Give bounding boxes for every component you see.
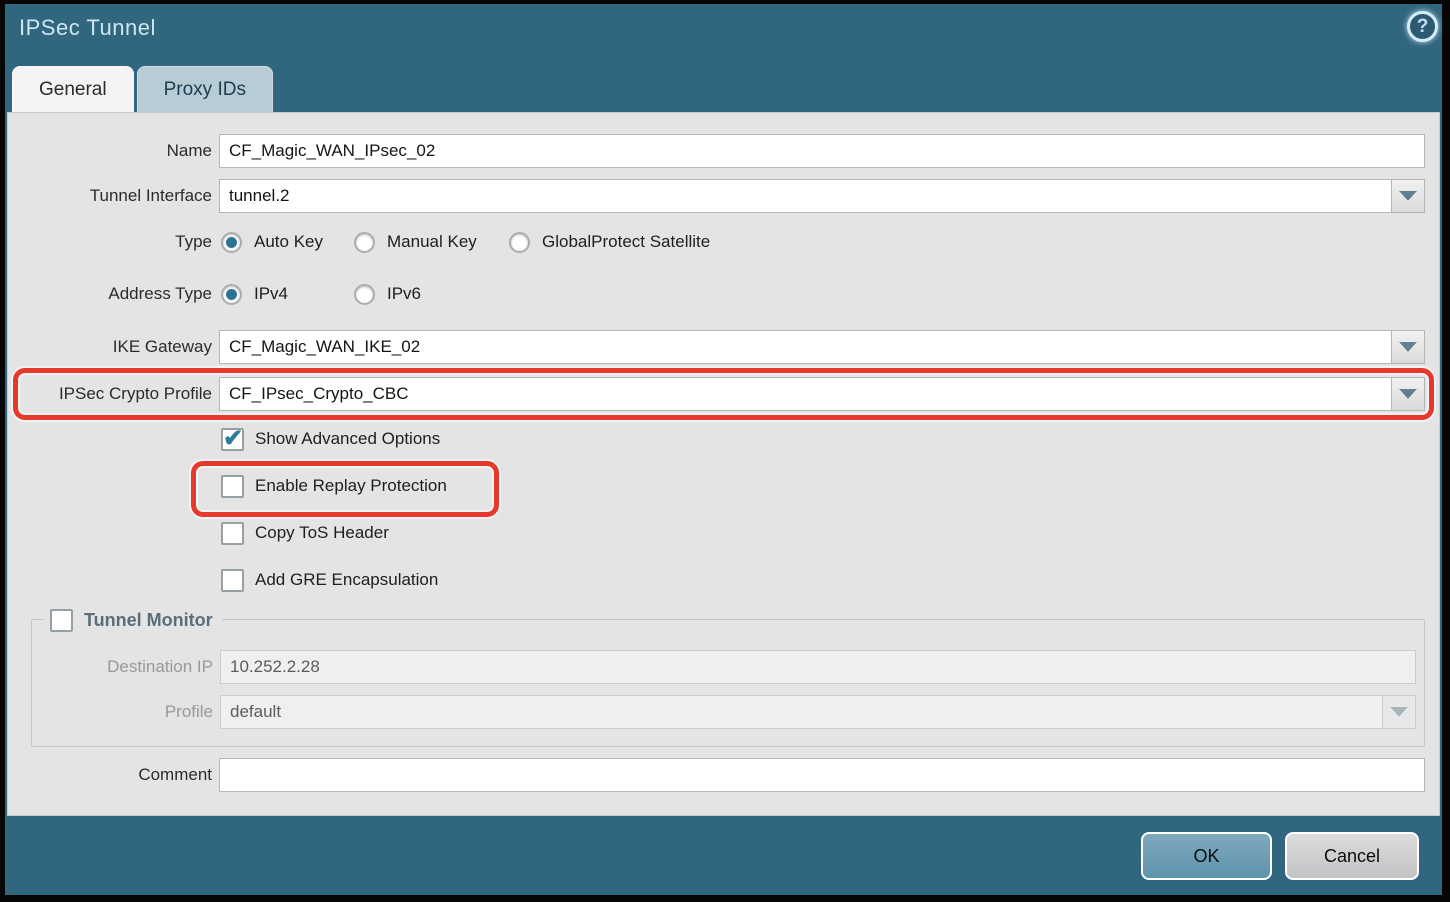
tab-general-label: General [39,79,107,101]
profile-label: Profile [9,695,213,729]
ike-gateway-input[interactable] [219,330,1425,364]
show-advanced-options-label: Show Advanced Options [255,429,440,449]
profile-input [220,695,1416,729]
tunnel-interface-dropdown [219,179,1425,213]
tunnel-interface-input[interactable] [219,179,1425,213]
tunnel-interface-label: Tunnel Interface [8,179,212,213]
general-tab-panel: Name Tunnel Interface Type Auto Key Manu… [7,112,1440,816]
radio-auto-key-label: Auto Key [254,232,354,252]
copy-tos-header-checkbox[interactable] [221,522,244,545]
profile-dropdown-button [1382,695,1416,729]
chevron-down-icon [1390,707,1408,717]
tab-proxy-ids[interactable]: Proxy IDs [137,66,273,112]
radio-ipv4[interactable] [221,284,242,305]
cancel-button-label: Cancel [1324,846,1380,867]
ipsec-crypto-profile-label: IPSec Crypto Profile [8,377,212,411]
ike-gateway-dropdown-button[interactable] [1391,330,1425,364]
enable-replay-protection-label: Enable Replay Protection [255,476,447,496]
destination-ip-label: Destination IP [9,650,213,684]
radio-globalprotect-satellite[interactable] [509,232,530,253]
tunnel-monitor-checkbox[interactable] [50,609,73,632]
chevron-down-icon [1399,389,1417,399]
copy-tos-header-label: Copy ToS Header [255,523,389,543]
tunnel-monitor-legend: Tunnel Monitor [44,606,222,634]
radio-auto-key[interactable] [221,232,242,253]
add-gre-encapsulation-checkbox[interactable] [221,569,244,592]
type-label: Type [8,228,212,256]
comment-input[interactable] [219,758,1425,792]
tunnel-monitor-label: Tunnel Monitor [84,610,213,631]
enable-replay-protection-checkbox[interactable] [221,475,244,498]
name-label: Name [8,134,212,168]
radio-ipv4-label: IPv4 [254,284,354,304]
tunnel-interface-dropdown-button[interactable] [1391,179,1425,213]
tab-bar: General Proxy IDs [12,66,273,112]
type-radio-group: Auto Key Manual Key GlobalProtect Satell… [221,228,710,256]
add-gre-encapsulation-row: Add GRE Encapsulation [221,566,438,594]
ipsec-crypto-profile-dropdown-button[interactable] [1391,377,1425,411]
tab-general[interactable]: General [12,66,134,112]
copy-tos-header-row: Copy ToS Header [221,519,389,547]
address-type-label: Address Type [8,280,212,308]
radio-globalprotect-satellite-label: GlobalProtect Satellite [542,232,710,252]
comment-label: Comment [8,758,212,792]
help-icon-glyph: ? [1417,16,1429,38]
tab-proxy-ids-label: Proxy IDs [164,79,246,101]
chevron-down-icon [1399,342,1417,352]
ok-button-label: OK [1193,846,1219,867]
tunnel-monitor-section: Tunnel Monitor Destination IP Profile [31,619,1425,747]
radio-ipv6[interactable] [354,284,375,305]
radio-ipv6-label: IPv6 [387,284,421,304]
enable-replay-protection-row: Enable Replay Protection [221,472,447,500]
radio-manual-key-label: Manual Key [387,232,509,252]
dialog-title: IPSec Tunnel [19,15,156,41]
name-input[interactable] [219,134,1425,168]
ike-gateway-dropdown [219,330,1425,364]
address-type-radio-group: IPv4 IPv6 [221,280,421,308]
ike-gateway-label: IKE Gateway [8,330,212,364]
radio-manual-key[interactable] [354,232,375,253]
add-gre-encapsulation-label: Add GRE Encapsulation [255,570,438,590]
show-advanced-options-checkbox[interactable]: ✔ [221,428,244,451]
ipsec-crypto-profile-dropdown [219,377,1425,411]
destination-ip-input [220,650,1416,684]
chevron-down-icon [1399,191,1417,201]
ipsec-tunnel-dialog: IPSec Tunnel ? General Proxy IDs Name Tu… [5,4,1442,895]
profile-dropdown [220,695,1416,729]
ok-button[interactable]: OK [1141,832,1272,880]
check-icon: ✔ [223,424,243,453]
cancel-button[interactable]: Cancel [1285,832,1419,880]
ipsec-crypto-profile-input[interactable] [219,377,1425,411]
help-icon[interactable]: ? [1407,11,1438,42]
show-advanced-options-row: ✔ Show Advanced Options [221,425,440,453]
